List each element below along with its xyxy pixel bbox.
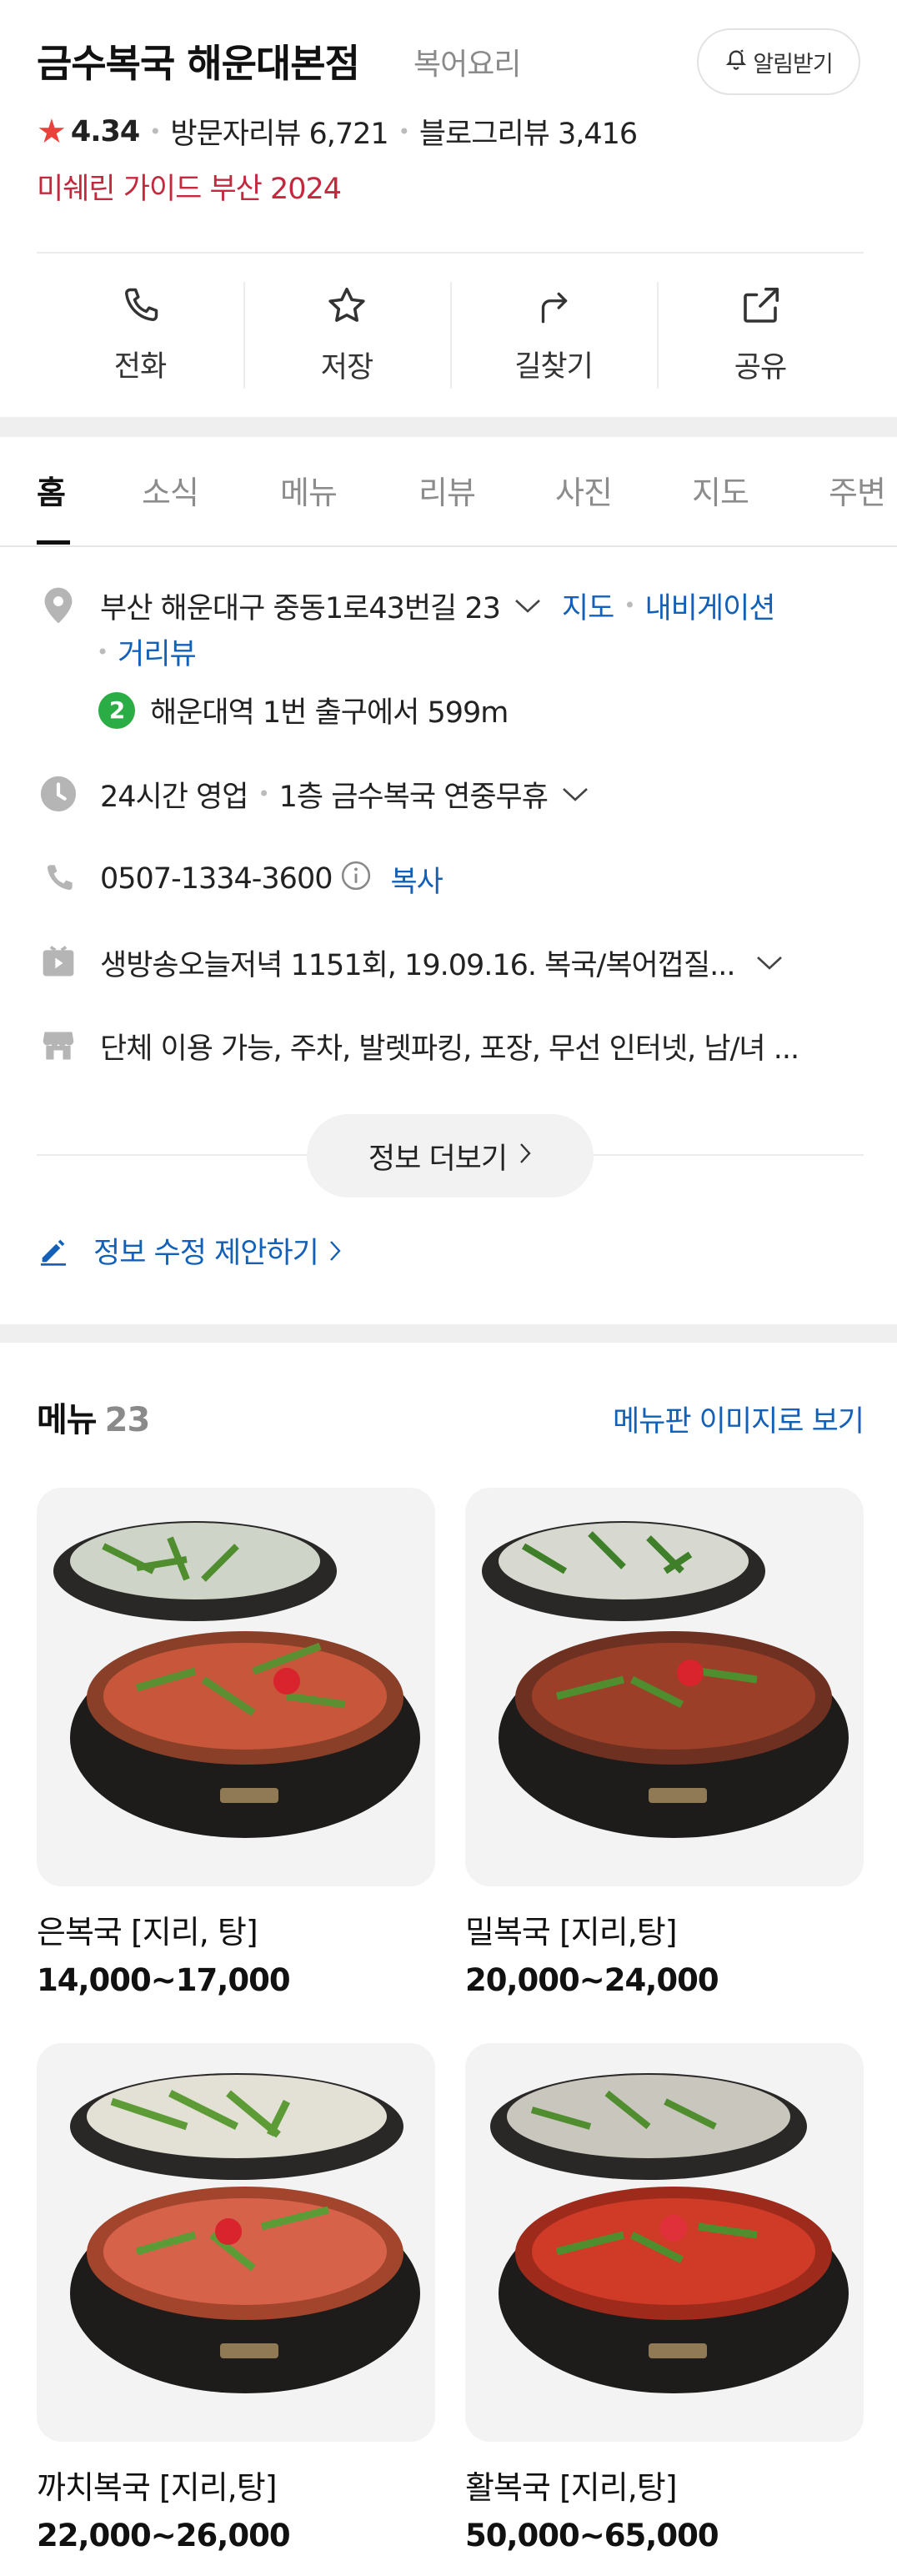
subway-info: 2 해운대역 1번 출구에서 599m [98,689,509,731]
tab-bar: 홈 소식 메뉴 리뷰 사진 지도 주변 [0,437,897,547]
store-icon [37,1024,80,1067]
place-category: 복어요리 [413,48,521,82]
action-bar: 전화 저장 길찾기 공유 [37,269,864,389]
hours-row[interactable]: 24시간 영업 • 1층 금수복국 연중무휴 [37,772,589,816]
hours-text: 24시간 영업 [100,780,248,814]
separator-dot: • [149,119,161,143]
star-icon: ★ [37,112,67,151]
subway-distance: 해운대역 1번 출구에서 599m [150,696,509,730]
menu-item-name: 활복국 [지리,탕] [465,2469,678,2506]
share-icon [738,284,783,329]
map-link[interactable]: 지도 [562,585,614,627]
phone-number: 0507-1334-3600 [100,862,333,896]
phone-row: 0507-1334-3600 복사 [37,857,443,901]
active-tab-indicator [37,540,70,545]
place-header: 금수복국 해운대본점 복어요리 알림받기 ★ 4.34 • 방문자리뷰 6,72… [0,0,897,417]
tab-news[interactable]: 소식 [142,467,199,513]
tab-nearby[interactable]: 주변 [829,467,886,513]
suggest-edit-label: 정보 수정 제안하기 [93,1237,319,1270]
divider [37,252,864,254]
info-circle-icon[interactable] [340,860,372,899]
menu-title: 메뉴 [37,1401,98,1439]
menu-photo [37,2043,435,2442]
menu-card[interactable]: 은복국 [지리, 탕] 14,000~17,000 [37,1488,435,1998]
place-name: 금수복국 해운대본점 [37,41,360,86]
menu-card[interactable]: 밀복국 [지리,탕] 20,000~24,000 [465,1488,864,1998]
bell-icon [724,48,748,77]
tab-reviews[interactable]: 리뷰 [418,467,476,513]
more-info-label: 정보 더보기 [368,1142,508,1176]
directions-label: 길찾기 [514,350,594,384]
separator-dot: • [258,782,269,806]
rating-value: 4.34 [70,114,140,148]
visitor-reviews-link[interactable]: 방문자리뷰 6,721 [170,110,388,153]
menu-item-price: 20,000~24,000 [465,1962,719,1998]
navigation-link[interactable]: 내비게이션 [644,585,775,627]
hours-note: 1층 금수복국 연중무휴 [278,780,549,814]
star-outline-icon [324,284,369,329]
separator-dot: • [97,640,108,664]
chevron-right-icon [519,1139,532,1173]
street-view-link[interactable]: 거리뷰 [118,630,197,673]
street-view-row: • 거리뷰 [97,630,197,673]
separator-dot: • [398,119,410,143]
tv-appearance-text: 생방송오늘저녁 1151회, 19.09.16. 복국/복어껍질... [100,948,736,982]
menu-item-price: 50,000~65,000 [465,2518,719,2553]
section-gap [0,1324,897,1343]
menu-card[interactable]: 활복국 [지리,탕] 50,000~65,000 [465,2043,864,2553]
notify-label: 알림받기 [753,51,833,78]
address-row: 부산 해운대구 중동1로43번길 23 지도 • 내비게이션 [37,584,776,627]
menu-item-price: 22,000~26,000 [37,2518,291,2553]
award-badge: 미쉐린 가이드 부산 2024 [37,173,342,206]
menu-item-price: 14,000~17,000 [37,1962,291,1998]
amenities-text: 단체 이용 가능, 주차, 발렛파킹, 포장, 무선 인터넷, 남/녀 ... [100,1032,799,1066]
chevron-down-icon[interactable] [514,589,542,622]
menu-photo [37,1488,435,1886]
tv-icon [37,941,80,984]
menu-section-title: 메뉴 23 [37,1393,151,1441]
tab-photos[interactable]: 사진 [555,467,613,513]
menu-item-name: 까치복국 [지리,탕] [37,2469,278,2506]
menu-photo [465,2043,864,2442]
menu-card[interactable]: 까치복국 [지리,탕] 22,000~26,000 [37,2043,435,2553]
menu-photo [465,1488,864,1886]
section-gap [0,417,897,437]
tab-home[interactable]: 홈 [37,467,66,513]
menu-item-name: 은복국 [지리, 탕] [37,1914,258,1951]
pencil-icon [37,1234,70,1268]
rating-stats: ★ 4.34 • 방문자리뷰 6,721 • 블로그리뷰 3,416 [37,110,638,153]
clock-icon [37,772,80,816]
save-button[interactable]: 저장 [243,269,450,389]
tab-menu[interactable]: 메뉴 [280,467,338,513]
chevron-down-icon[interactable] [755,946,784,979]
subway-line-badge: 2 [98,691,135,729]
share-button[interactable]: 공유 [657,269,864,389]
copy-phone-link[interactable]: 복사 [390,858,443,901]
more-info-button[interactable]: 정보 더보기 [307,1114,594,1198]
more-info-section: 정보 더보기 [37,1114,864,1198]
address-text: 부산 해운대구 중동1로43번길 23 [100,591,501,625]
menu-count: 23 [104,1401,151,1439]
call-button[interactable]: 전화 [37,269,243,385]
phone-icon [37,857,80,901]
blog-reviews-link[interactable]: 블로그리뷰 3,416 [419,110,638,153]
directions-button[interactable]: 길찾기 [450,269,657,389]
amenities-row: 단체 이용 가능, 주차, 발렛파킹, 포장, 무선 인터넷, 남/녀 ... [37,1024,799,1067]
chevron-down-icon[interactable] [561,777,589,811]
separator-dot: • [624,594,635,617]
tv-row[interactable]: 생방송오늘저녁 1151회, 19.09.16. 복국/복어껍질... [37,941,784,984]
location-pin-icon [37,584,80,627]
menu-board-link[interactable]: 메뉴판 이미지로 보기 [613,1398,864,1440]
chevron-right-icon [328,1239,342,1263]
notify-button[interactable]: 알림받기 [697,28,860,95]
suggest-edit-link[interactable]: 정보 수정 제안하기 [37,1229,342,1272]
tab-map[interactable]: 지도 [692,467,749,513]
directions-icon [533,284,574,328]
call-label: 전화 [113,350,167,384]
menu-item-name: 밀복국 [지리,탕] [465,1914,678,1951]
share-label: 공유 [734,351,787,384]
phone-icon [118,284,162,328]
save-label: 저장 [320,351,373,384]
